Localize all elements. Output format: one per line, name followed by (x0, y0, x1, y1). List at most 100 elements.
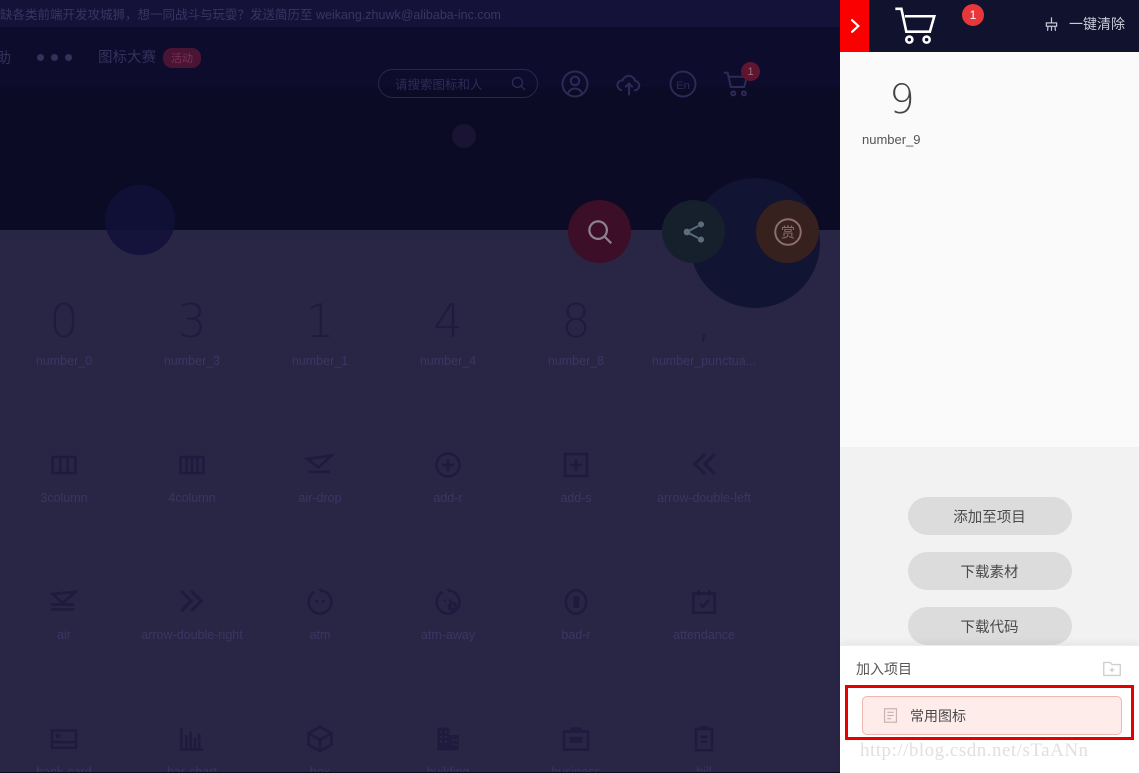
number-glyph: 1 (305, 298, 334, 344)
icon-label: number_0 (36, 354, 92, 368)
icon-label: bad-r (561, 628, 590, 642)
popover-header: 加入项目 (856, 656, 1123, 682)
icon-cell-air-drop[interactable]: air-drop (256, 407, 384, 544)
watermark: http://blog.csdn.net/sTaANn (860, 740, 1089, 762)
arrow-double-left-icon (687, 447, 721, 481)
icon-cell-bank-card[interactable]: bank-card (0, 681, 128, 772)
icon-cell-attendance[interactable]: attendance (640, 544, 768, 681)
icon-cell-atm-away[interactable]: atm-away (384, 544, 512, 681)
svg-text:En: En (676, 80, 690, 92)
icon-grid-row: bank-card bar-chart box (0, 681, 840, 772)
number-glyph: , (697, 298, 712, 344)
icon-cell-number-1[interactable]: 1 number_1 (256, 270, 384, 407)
icon-grid: 0 number_0 3 number_3 1 number_1 4 numbe… (0, 270, 840, 772)
avatar-icon[interactable] (560, 69, 590, 99)
icon-label: arrow-double-left (657, 491, 751, 505)
4column-icon (176, 449, 208, 481)
cart-item-glyph: 9 (862, 74, 942, 126)
icon-label: 3column (40, 491, 87, 505)
icon-label: number_punctua... (652, 354, 756, 368)
decorative-blob (105, 185, 175, 255)
icon-label: attendance (673, 628, 735, 642)
icon-cell-arrow-double-right[interactable]: arrow-double-right (128, 544, 256, 681)
reward-fab[interactable]: 赏 (756, 200, 819, 263)
icon-cell-atm[interactable]: atm (256, 544, 384, 681)
icon-label: air (57, 628, 71, 642)
icon-cell-box[interactable]: box (256, 681, 384, 772)
air-icon (47, 584, 81, 618)
nav-item-contest[interactable]: 图标大赛活动 (98, 46, 201, 68)
icon-cell-bar-chart[interactable]: bar-chart (128, 681, 256, 772)
upload-cloud-icon[interactable] (614, 69, 644, 99)
cart-item[interactable]: 9 number_9 (862, 74, 942, 147)
cart-item-label: number_9 (862, 132, 942, 147)
icon-label: arrow-double-right (141, 628, 242, 642)
icon-label: air-drop (298, 491, 341, 505)
cart-drawer: 1 一键清除 9 number_9 添加至项目 下载素材 下载代码 加入项目 (840, 0, 1139, 772)
reward-icon: 赏 (771, 215, 805, 249)
drawer-cart-icon-wrap: 1 (890, 6, 952, 53)
add-folder-icon[interactable] (1101, 658, 1123, 680)
icon-cell-bad-r[interactable]: bad-r (512, 544, 640, 681)
decorative-blob (452, 124, 476, 148)
icon-cell-number-4[interactable]: 4 number_4 (384, 270, 512, 407)
icon-cell-arrow-double-left[interactable]: arrow-double-left (640, 407, 768, 544)
announcement-bar: 缺各类前端开发攻城狮，想一同战斗与玩耍？发送简历至 weikang.zhuwk@… (0, 0, 840, 27)
icon-cell-building[interactable]: building (384, 681, 512, 772)
icon-label: number_3 (164, 354, 220, 368)
air-drop-icon (303, 447, 337, 481)
icon-cell-add-r[interactable]: add-r (384, 407, 512, 544)
icon-cell-number-punctuation[interactable]: , number_punctua... (640, 270, 768, 407)
popover-title: 加入项目 (856, 659, 912, 679)
attendance-icon (688, 586, 720, 618)
top-navigation: 帮助 图标大赛活动 请搜索图标和人 (0, 27, 840, 87)
icon-cell-add-s[interactable]: add-s (512, 407, 640, 544)
nav-item-help[interactable]: 帮助 (0, 47, 11, 68)
language-en-icon[interactable]: En (668, 69, 698, 99)
number-glyph: 4 (433, 298, 462, 344)
icon-cell-number-8[interactable]: 8 number_8 (512, 270, 640, 407)
more-dots-icon[interactable] (37, 54, 72, 61)
icon-label: atm-away (421, 628, 475, 642)
announcement-text: 缺各类前端开发攻城狮，想一同战斗与玩耍？发送简历至 weikang.zhuwk@… (0, 4, 501, 23)
icon-label: number_8 (548, 354, 604, 368)
icon-label: bill (696, 765, 711, 772)
icon-cell-number-3[interactable]: 3 number_3 (128, 270, 256, 407)
contest-badge: 活动 (163, 48, 201, 68)
chevron-right-icon (845, 14, 865, 38)
bill-icon (688, 723, 720, 755)
cart-count-badge: 1 (741, 62, 760, 81)
search-input[interactable]: 请搜索图标和人 (378, 69, 538, 98)
download-assets-button[interactable]: 下载素材 (908, 552, 1072, 590)
selection-highlight: 常用图标 (845, 685, 1134, 740)
icon-cell-4column[interactable]: 4column (128, 407, 256, 544)
3column-icon (48, 449, 80, 481)
icon-cell-bill[interactable]: bill (640, 681, 768, 772)
drawer-action-buttons: 添加至项目 下载素材 下载代码 (840, 447, 1139, 652)
svg-text:赏: 赏 (780, 225, 794, 241)
icon-grid-row: air arrow-double-right atm atm-away (0, 544, 840, 681)
icon-cell-3column[interactable]: 3column (0, 407, 128, 544)
project-option-label: 常用图标 (910, 706, 966, 726)
add-to-project-button[interactable]: 添加至项目 (908, 497, 1072, 535)
download-code-button[interactable]: 下载代码 (908, 607, 1072, 645)
document-icon (881, 706, 900, 725)
drawer-collapse-button[interactable] (840, 0, 869, 52)
bank-card-icon (48, 723, 80, 755)
cart-icon[interactable]: 1 (722, 69, 752, 99)
clear-all-button[interactable]: 一键清除 (1042, 14, 1125, 34)
broom-icon (1042, 15, 1061, 34)
clear-all-label: 一键清除 (1069, 14, 1125, 34)
project-option-common-icons[interactable]: 常用图标 (862, 696, 1122, 735)
search-icon (585, 217, 615, 247)
icon-cell-business[interactable]: business (512, 681, 640, 772)
icon-label: number_4 (420, 354, 476, 368)
icon-cell-air[interactable]: air (0, 544, 128, 681)
icon-label: box (310, 765, 330, 772)
search-fab[interactable] (568, 200, 631, 263)
atm-away-icon (432, 586, 464, 618)
share-fab[interactable] (662, 200, 725, 263)
nav-item-contest-label: 图标大赛 (98, 50, 156, 66)
icon-label: bank-card (36, 765, 92, 772)
icon-cell-number-0[interactable]: 0 number_0 (0, 270, 128, 407)
